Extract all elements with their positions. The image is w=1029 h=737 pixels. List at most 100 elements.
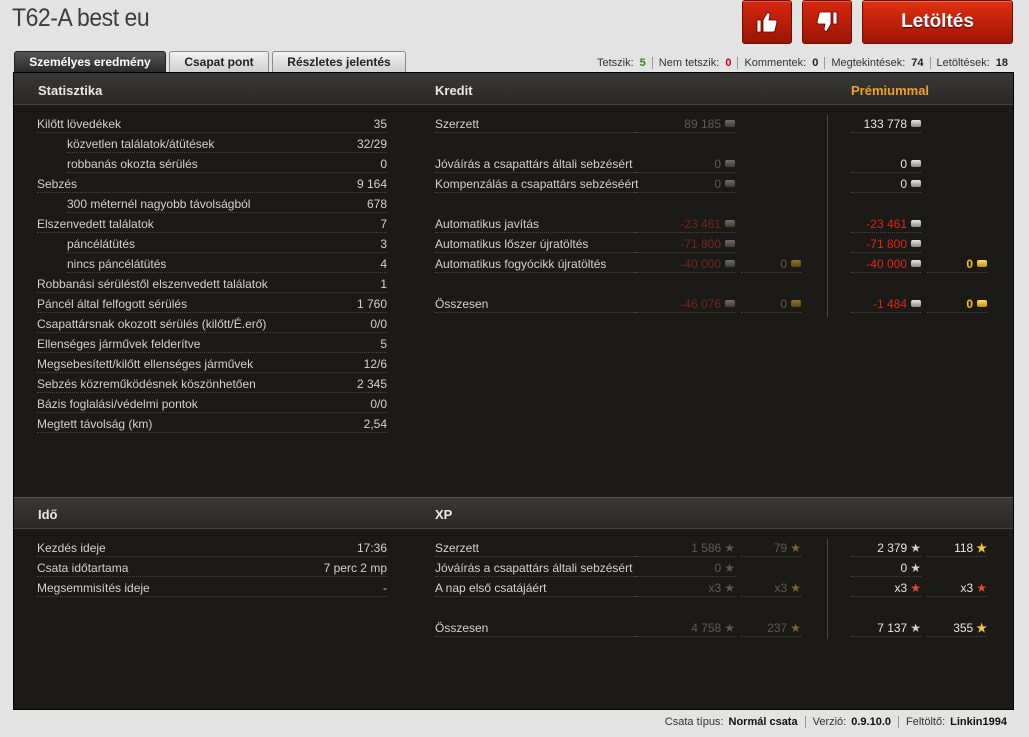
stat-value: 0 (380, 156, 387, 171)
stat-label: Robbanási sérüléstől elszenvedett talála… (37, 276, 268, 291)
silver-coin-icon (911, 300, 921, 307)
stat-label: Sebzés közreműködésnek köszönhetően (37, 376, 256, 391)
tab-personal-result[interactable]: Személyes eredmény (14, 51, 166, 72)
stat-value: 0/0 (370, 316, 387, 331)
xp-premium: x3 ★ (851, 579, 921, 597)
stat-label: robbanás okozta sérülés (67, 156, 198, 171)
silver-coin-icon (725, 220, 735, 227)
stats-heading: Statisztika (38, 83, 103, 98)
tab-detailed-report[interactable]: Részletes jelentés (272, 51, 406, 72)
credit-base-silver: -46 076 (635, 295, 735, 313)
stat-row: Kilőtt lövedékek 35 (37, 115, 387, 133)
stat-value: 678 (366, 196, 387, 211)
free-xp-star-icon: ★ (790, 580, 801, 595)
like-button[interactable] (742, 0, 792, 44)
xp-base: 4 758 ★ (635, 619, 735, 637)
tab-bar: Személyes eredmény Csapat pont Részletes… (14, 51, 406, 72)
xp-base-value: 4 758 (691, 620, 722, 635)
time-row: Csata időtartama 7 perc 2 mp (37, 559, 387, 577)
credit-premium-silver: -40 000 (851, 255, 921, 273)
stat-row: robbanás okozta sérülés 0 (67, 155, 387, 173)
download-button[interactable]: Letöltés (862, 0, 1013, 44)
stat-value: 35 (373, 116, 387, 131)
views-count: Megtekintések: 74 (824, 57, 929, 69)
xp-premium: 0 ★ (851, 559, 921, 577)
credit-base-silver: -23 461 (635, 215, 735, 233)
credit-base-silver-value: 0 (714, 156, 721, 171)
stat-label: Megsebesített/kilőtt ellenséges járművek (37, 356, 254, 371)
time-label: Csata időtartama (37, 560, 129, 575)
xp-star-icon: ★ (910, 560, 921, 575)
silver-coin-icon (725, 160, 735, 167)
time-row: Megsemmisítés ideje - (37, 579, 387, 597)
silver-coin-icon (725, 260, 735, 267)
mid-header-band (14, 497, 1013, 529)
time-label: Megsemmisítés ideje (37, 580, 150, 595)
credit-premium-silver: -23 461 (851, 215, 921, 233)
credit-heading: Kredit (435, 83, 473, 98)
credit-base-silver-value: 0 (714, 176, 721, 191)
stat-value: 3 (380, 236, 387, 251)
time-row: Kezdés ideje 17:36 (37, 539, 387, 557)
credit-premium-silver: -1 484 (851, 295, 921, 313)
xp-base: x3 ★ (635, 579, 735, 597)
xp-star-icon: ★ (910, 620, 921, 635)
downloads-count: Letöltések: 18 (929, 57, 1014, 69)
tab-team-score[interactable]: Csapat pont (169, 51, 269, 72)
stat-value: 4 (380, 256, 387, 271)
stat-row: Páncél által felfogott sérülés 1 760 (37, 295, 387, 313)
credit-premium-silver-value: -71 800 (866, 236, 907, 251)
time-value: - (383, 580, 387, 595)
stat-row: páncélátütés 3 (67, 235, 387, 253)
stat-label: Sebzés (37, 176, 78, 191)
silver-coin-icon (911, 220, 921, 227)
thumbs-up-icon (756, 12, 778, 33)
credit-premium-gold-value: 0 (966, 296, 973, 311)
stat-label: Páncél által felfogott sérülés (37, 296, 188, 311)
silver-coin-icon (911, 180, 921, 187)
credit-base-silver: 0 (635, 155, 735, 173)
time-value: 7 perc 2 mp (323, 560, 387, 575)
silver-coin-icon (911, 160, 921, 167)
free-xp-premium: 355 ★ (927, 619, 987, 637)
stat-row: Megtett távolság (km) 2,54 (37, 415, 387, 433)
credit-premium-gold: 0 (927, 295, 987, 313)
stat-value: 0/0 (370, 396, 387, 411)
stat-label: Bázis foglalási/védelmi pontok (37, 396, 198, 411)
stat-row: Bázis foglalási/védelmi pontok 0/0 (37, 395, 387, 413)
free-xp-premium: x3 ★ (927, 579, 987, 597)
xp-base-value: 1 586 (691, 540, 722, 555)
free-xp-premium-value: x3 (960, 580, 974, 595)
credit-premium-silver-value: -1 484 (872, 296, 907, 311)
credit-premium-silver: 0 (851, 175, 921, 193)
free-xp-base-value: 237 (767, 620, 788, 635)
stat-value: 1 760 (356, 296, 387, 311)
xp-premium-value: 7 137 (877, 620, 908, 635)
stat-value: 32/29 (356, 136, 387, 151)
time-label: Kezdés ideje (37, 540, 106, 555)
xp-premium-separator (827, 539, 828, 639)
stat-value: 2 345 (356, 376, 387, 391)
xp-star-icon: ★ (910, 580, 921, 595)
thumbs-down-icon (816, 11, 838, 32)
dislike-button[interactable] (802, 0, 852, 44)
credit-base-gold: 0 (741, 255, 801, 273)
time-heading: Idő (38, 507, 58, 522)
credit-premium-separator (827, 115, 828, 317)
footer-meta: Csata típus: Normál csata Verzió: 0.9.10.0… (658, 716, 1014, 728)
free-xp-star-icon: ★ (790, 540, 801, 555)
credit-base-silver: -40 000 (635, 255, 735, 273)
free-xp-base-value: x3 (774, 580, 788, 595)
credit-premium-silver-value: 0 (900, 156, 907, 171)
stat-row: közvetlen találatok/átütések 32/29 (67, 135, 387, 153)
gold-coin-icon (977, 300, 987, 307)
credit-base-gold-value: 0 (780, 256, 787, 271)
credit-premium-silver: 0 (851, 155, 921, 173)
stat-value: 7 (380, 216, 387, 231)
stat-label: Csapattársnak okozott sérülés (kilőtt/É.… (37, 316, 267, 331)
free-xp-premium-value: 355 (953, 620, 974, 635)
stat-row: nincs páncélátütés 4 (67, 255, 387, 273)
credit-base-silver: -71 800 (635, 235, 735, 253)
credit-premium-silver-value: -40 000 (866, 256, 907, 271)
uploader: Feltöltő: Linkin1994 (898, 716, 1014, 728)
